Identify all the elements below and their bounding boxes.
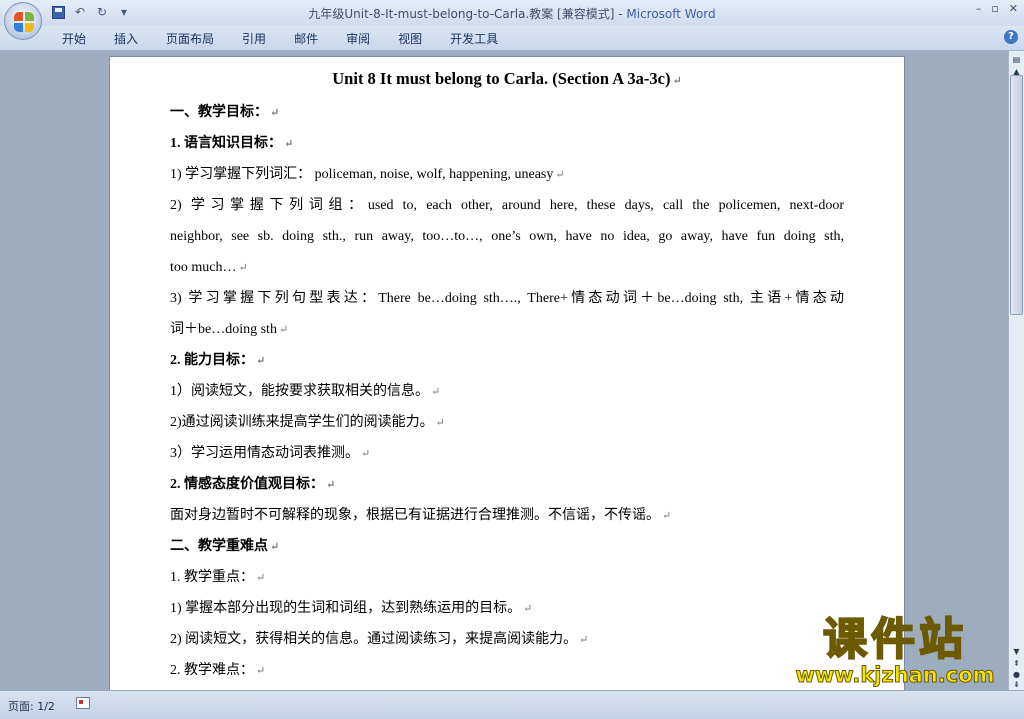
office-button[interactable]: [4, 2, 42, 40]
proofing-icon[interactable]: [76, 697, 90, 709]
subsection-heading: 2. 情感态度价值观目标： ↵: [170, 477, 336, 492]
paragraph: neighbor, see sb. doing sth., run away, …: [170, 229, 844, 244]
document-name: 九年级Unit-8-It-must-belong-to-Carla.教案 [兼容…: [308, 7, 623, 21]
page-count[interactable]: 页面: 1/2: [8, 698, 55, 714]
vertical-scrollbar[interactable]: ▤ ▲ ▼ ⇞ ● ⇟: [1008, 51, 1024, 690]
window-controls: – ▫ ✕: [976, 2, 1018, 15]
app-name: Microsoft Word: [626, 7, 716, 21]
document-page[interactable]: Unit 8 It must belong to Carla. (Section…: [110, 57, 904, 697]
paragraph: 2) 学习掌握下列词组：used to, each other, around …: [170, 198, 844, 213]
close-button[interactable]: ✕: [1009, 2, 1018, 15]
tab-view[interactable]: 视图: [384, 30, 436, 48]
maximize-button[interactable]: ▫: [991, 2, 998, 15]
watermark-url: www.kjzhan.com: [795, 663, 995, 688]
tab-insert[interactable]: 插入: [100, 30, 152, 48]
paragraph: 2)通过阅读训练来提高学生们的阅读能力。 ↵: [170, 415, 445, 430]
paragraph: 1）阅读短文，能按要求获取相关的信息。 ↵: [170, 384, 441, 399]
paragraph: 1. 教学重点： ↵: [170, 570, 266, 585]
document-workspace: Unit 8 It must belong to Carla. (Section…: [0, 51, 1008, 697]
section-heading: 二、教学重难点 ↵: [170, 539, 280, 554]
window-title: 九年级Unit-8-It-must-belong-to-Carla.教案 [兼容…: [0, 5, 1024, 22]
paragraph: 词＋be…doing sth ↵: [170, 322, 289, 337]
ribbon-tab-bar: 开始 插入 页面布局 引用 邮件 审阅 视图 开发工具 ?: [0, 26, 1024, 51]
paragraph: 2. 教学难点： ↵: [170, 663, 266, 678]
minimize-button[interactable]: –: [976, 2, 982, 15]
paragraph: 3) 学习掌握下列句型表达：There be…doing sth…., Ther…: [170, 291, 844, 306]
paragraph: 1) 学习掌握下列词汇： policeman, noise, wolf, hap…: [170, 167, 565, 182]
subsection-heading: 1. 语言知识目标： ↵: [170, 136, 294, 151]
watermark-text: 课件站: [822, 614, 967, 666]
paragraph: 1) 掌握本部分出现的生词和词组，达到熟练运用的目标。 ↵: [170, 601, 533, 616]
tab-review[interactable]: 审阅: [332, 30, 384, 48]
title-bar: ↶ ↻ ▾ 九年级Unit-8-It-must-belong-to-Carla.…: [0, 0, 1024, 26]
tab-mailings[interactable]: 邮件: [280, 30, 332, 48]
subsection-heading: 2. 能力目标： ↵: [170, 353, 266, 368]
scrollbar-thumb[interactable]: [1010, 75, 1023, 315]
ribbon-tabs: 开始 插入 页面布局 引用 邮件 审阅 视图 开发工具: [48, 30, 512, 48]
document-title: Unit 8 It must belong to Carla. (Section…: [332, 69, 682, 88]
paragraph: too much… ↵: [170, 260, 248, 275]
paragraph: 面对身边暂时不可解释的现象，根据已有证据进行合理推测。不信谣，不传谣。 ↵: [170, 508, 672, 523]
watermark-logo: 课件站 www.kjzhan.com: [775, 614, 1015, 695]
section-heading: 一、教学目标： ↵: [170, 105, 280, 120]
tab-home[interactable]: 开始: [48, 30, 100, 48]
tab-page-layout[interactable]: 页面布局: [152, 30, 228, 48]
paragraph: 3）学习运用情态动词表推测。 ↵: [170, 446, 371, 461]
help-button[interactable]: ?: [1004, 30, 1018, 44]
office-logo-icon: [14, 12, 34, 32]
tab-developer[interactable]: 开发工具: [436, 30, 512, 48]
tab-references[interactable]: 引用: [228, 30, 280, 48]
paragraph: 2) 阅读短文，获得相关的信息。通过阅读练习，来提高阅读能力。 ↵: [170, 632, 589, 647]
